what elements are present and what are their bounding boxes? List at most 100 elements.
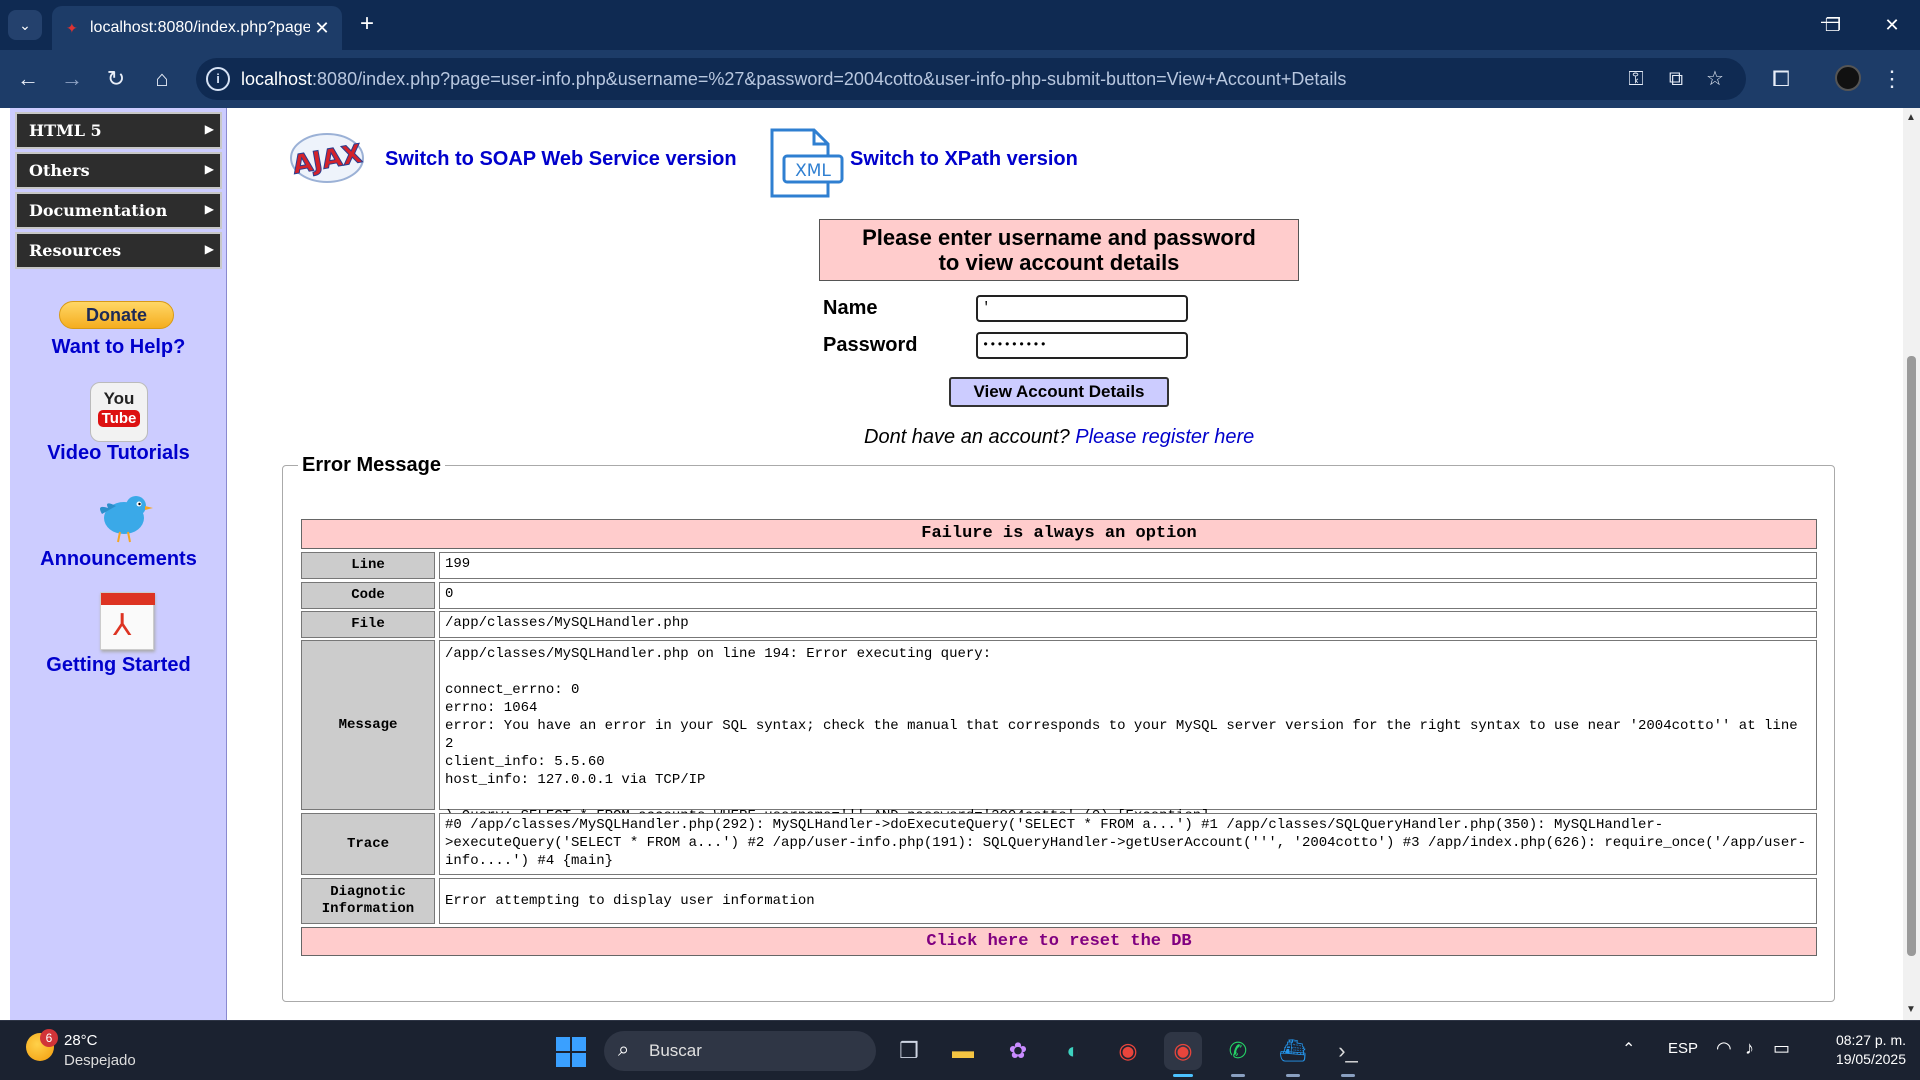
window-close-button[interactable]: ✕ — [1872, 10, 1912, 40]
menu-resources[interactable]: Resources ▶ — [15, 232, 222, 269]
error-title: Failure is always an option — [301, 519, 1817, 549]
search-placeholder: Buscar — [649, 1041, 702, 1060]
wifi-icon[interactable]: ◠ — [1716, 1038, 1732, 1059]
language-indicator[interactable]: ESP — [1668, 1040, 1698, 1057]
taskbar-search[interactable]: ⌕ Buscar — [604, 1031, 876, 1071]
xml-file-icon[interactable]: XML — [768, 128, 844, 198]
youtube-icon[interactable]: You Tube — [90, 382, 148, 442]
pdf-document-icon[interactable]: ⅄ — [100, 592, 155, 650]
name-input[interactable]: ' — [976, 295, 1188, 322]
whatsapp-icon[interactable]: ✆ — [1219, 1032, 1257, 1077]
password-key-icon[interactable]: ⚿ — [1622, 66, 1650, 92]
password-input[interactable]: ••••••••• — [976, 332, 1188, 359]
error-label-code: Code — [301, 582, 435, 609]
show-hidden-icons-chevron-icon[interactable]: ⌃ — [1622, 1039, 1635, 1059]
taskbar-clock[interactable]: 08:27 p. m. 19/05/2025 — [1806, 1031, 1906, 1069]
tab-close-icon[interactable]: ✕ — [310, 16, 334, 40]
menu-others[interactable]: Others ▶ — [15, 152, 222, 189]
task-view-icon[interactable]: ❒ — [890, 1032, 928, 1070]
announcements-link[interactable]: Announcements — [10, 548, 227, 571]
password-label: Password — [823, 334, 918, 356]
windows-taskbar: 6 28°C Despejado ⌕ Buscar ❒ ▬ ✿ ◐ ◉ ◉ ✆ … — [0, 1020, 1920, 1080]
search-icon: ⌕ — [618, 1039, 630, 1061]
reset-db-link[interactable]: Click here to reset the DB — [301, 927, 1817, 956]
forward-arrow-icon[interactable]: → — [56, 63, 88, 95]
temperature[interactable]: 28°C — [64, 1032, 98, 1049]
docker-icon[interactable]: ⛴ — [1274, 1032, 1312, 1077]
edge-icon[interactable]: ◐ — [1054, 1032, 1092, 1070]
weather-badge: 6 — [40, 1029, 58, 1047]
submenu-arrow-icon: ▶ — [204, 162, 214, 176]
error-value-code: 0 — [439, 582, 1817, 609]
windows-start-icon[interactable] — [556, 1037, 586, 1067]
error-value-file: /app/classes/MySQLHandler.php — [439, 611, 1817, 638]
browser-toolbar: ← → ↻ ⌂ i localhost:8080/index.php?page=… — [0, 50, 1920, 108]
video-tutorials-link[interactable]: Video Tutorials — [10, 442, 227, 465]
login-instructions-line1: Please enter username and password — [862, 225, 1256, 250]
error-label-line: Line — [301, 552, 435, 579]
view-account-details-button[interactable]: View Account Details — [949, 377, 1169, 407]
bookmark-star-icon[interactable]: ☆ — [1701, 66, 1729, 92]
tab-title: localhost:8080/index.php?page — [90, 19, 310, 36]
soap-version-link[interactable]: Switch to SOAP Web Service version — [385, 148, 737, 171]
want-to-help-link[interactable]: Want to Help? — [10, 336, 227, 359]
ajax-logo-icon[interactable]: AJAX — [288, 126, 366, 186]
address-bar[interactable]: i localhost:8080/index.php?page=user-inf… — [196, 58, 1746, 100]
extensions-puzzle-icon[interactable]: ⧠ — [1765, 63, 1797, 95]
battery-icon[interactable]: ▭ — [1773, 1038, 1790, 1059]
scroll-up-arrow-icon[interactable]: ▲ — [1906, 112, 1916, 123]
scrollbar-thumb[interactable] — [1907, 356, 1916, 956]
twitter-bird-icon[interactable] — [94, 486, 154, 546]
main-content: AJAX Switch to SOAP Web Service version … — [228, 108, 1903, 1020]
error-label-trace: Trace — [301, 813, 435, 875]
submenu-arrow-icon: ▶ — [204, 122, 214, 136]
web-page: HTML 5 ▶ Others ▶ Documentation ▶ Resources… — [0, 108, 1920, 1020]
reload-icon[interactable]: ↻ — [100, 63, 132, 95]
translate-icon[interactable]: ⧉ — [1662, 66, 1690, 92]
error-value-trace: #0 /app/classes/MySQLHandler.php(292): M… — [439, 813, 1817, 875]
site-info-icon[interactable]: i — [206, 67, 230, 91]
tab-search-button[interactable]: ⌄ — [8, 10, 42, 40]
scroll-down-arrow-icon[interactable]: ▼ — [1906, 1004, 1916, 1015]
error-message-legend: Error Message — [298, 454, 445, 477]
url-text[interactable]: localhost:8080/index.php?page=user-info.… — [241, 69, 1541, 90]
xpath-version-link[interactable]: Switch to XPath version — [850, 148, 1078, 171]
submenu-arrow-icon: ▶ — [204, 242, 214, 256]
menu-documentation[interactable]: Documentation ▶ — [15, 192, 222, 229]
chrome-icon[interactable]: ◉ — [1109, 1032, 1147, 1070]
browser-menu-icon[interactable]: ⋮ — [1876, 63, 1908, 95]
error-value-message: /app/classes/MySQLHandler.php on line 19… — [439, 640, 1817, 824]
clock-date: 19/05/2025 — [1835, 1051, 1906, 1067]
login-instructions-box: Please enter username and password to vi… — [819, 219, 1299, 281]
back-arrow-icon[interactable]: ← — [12, 63, 44, 95]
vertical-scrollbar[interactable]: ▲ ▼ — [1903, 108, 1920, 1020]
register-line: Dont have an account? Please register he… — [864, 426, 1255, 448]
mutillidae-favicon-icon: ✦ — [66, 20, 78, 36]
file-explorer-icon[interactable]: ▬ — [944, 1032, 982, 1070]
clock-time: 08:27 p. m. — [1835, 1032, 1906, 1048]
error-label-message: Message — [301, 640, 435, 810]
submenu-arrow-icon: ▶ — [204, 202, 214, 216]
window-restore-button[interactable]: ❐ — [1813, 10, 1853, 40]
chrome-profile-icon[interactable]: ◉ — [1164, 1032, 1202, 1077]
error-value-line: 199 — [439, 552, 1817, 579]
speaker-icon[interactable]: ♪ — [1745, 1038, 1754, 1059]
new-tab-button[interactable]: + — [352, 10, 382, 40]
svg-text:XML: XML — [795, 161, 831, 181]
sidebar: HTML 5 ▶ Others ▶ Documentation ▶ Resources… — [10, 108, 227, 1020]
copilot-icon[interactable]: ✿ — [999, 1032, 1037, 1070]
error-label-diagnostic: Diagnotic Information — [301, 878, 435, 924]
home-icon[interactable]: ⌂ — [146, 63, 178, 95]
weather-condition[interactable]: Despejado — [64, 1052, 136, 1069]
profile-avatar[interactable] — [1835, 65, 1861, 91]
error-label-file: File — [301, 611, 435, 638]
donate-button[interactable]: Donate — [59, 301, 174, 329]
terminal-icon[interactable]: ›_ — [1329, 1032, 1367, 1077]
error-value-diagnostic: Error attempting to display user informa… — [439, 878, 1817, 924]
menu-html5[interactable]: HTML 5 ▶ — [15, 112, 222, 149]
browser-tab-bar: ⌄ ✦ localhost:8080/index.php?page ✕ + — … — [0, 0, 1920, 50]
login-instructions-line2: to view account details — [938, 250, 1180, 275]
register-link[interactable]: Please register here — [1075, 426, 1254, 448]
getting-started-link[interactable]: Getting Started — [10, 654, 227, 677]
browser-tab[interactable]: ✦ localhost:8080/index.php?page ✕ — [52, 6, 342, 50]
